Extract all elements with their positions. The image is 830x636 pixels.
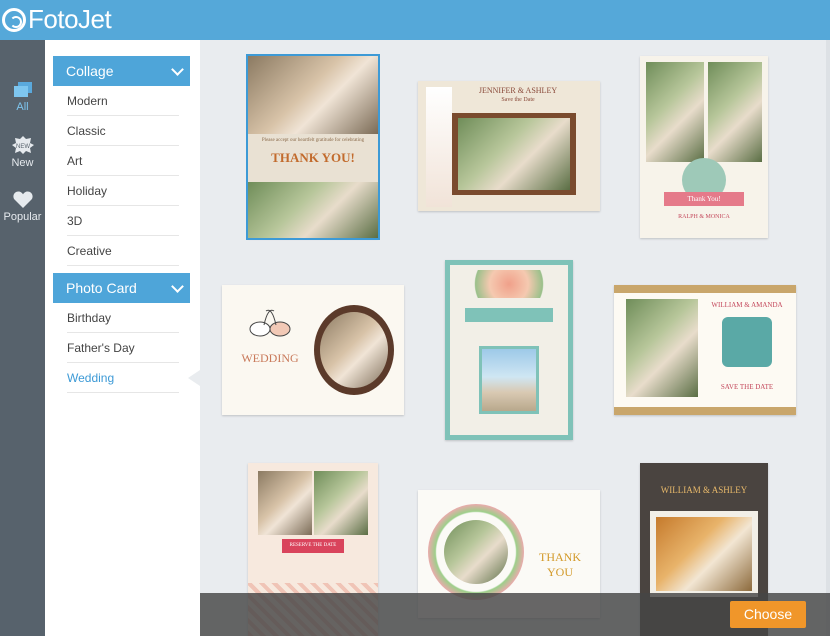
rail-item-new[interactable]: NEW New (0, 136, 45, 169)
bottom-bar: Choose (200, 593, 830, 636)
card-photo (248, 182, 378, 238)
template-card-1[interactable]: Please accept our heartfelt gratitude fo… (246, 54, 380, 240)
photo-card-header[interactable]: Photo Card (53, 273, 190, 303)
collage-item-3d[interactable]: 3D (67, 206, 179, 236)
bride-illustration (426, 87, 452, 207)
app-logo[interactable]: FotoJet (2, 4, 112, 35)
collage-header-label: Collage (66, 63, 114, 79)
active-pointer (188, 370, 200, 386)
template-card-5[interactable] (445, 260, 573, 440)
template-card-3[interactable]: Thank You! RALPH & MONICA (640, 56, 768, 238)
collage-item-modern[interactable]: Modern (67, 86, 179, 116)
collage-item-creative[interactable]: Creative (67, 236, 179, 266)
card-border-bottom (614, 407, 796, 415)
photo-card-header-label: Photo Card (66, 280, 137, 296)
card-title: WEDDING (241, 351, 299, 365)
template-card-4[interactable]: WEDDING (222, 285, 404, 415)
photo-card-item-birthday[interactable]: Birthday (67, 303, 179, 333)
new-badge-icon: NEW (11, 136, 34, 154)
flower-illustration (463, 270, 555, 298)
card-title: WILLIAM & AMANDA (711, 301, 783, 309)
collage-item-classic[interactable]: Classic (67, 116, 179, 146)
collage-item-holiday[interactable]: Holiday (67, 176, 179, 206)
collage-item-art[interactable]: Art (67, 146, 179, 176)
scrollbar[interactable] (826, 40, 830, 636)
logo-text: FotoJet (28, 4, 112, 34)
card-subtitle: Save the Date (501, 97, 535, 103)
rail-item-all[interactable]: All (0, 82, 45, 113)
card-names: RALPH & MONICA (678, 214, 730, 220)
top-bar: FotoJet (0, 0, 830, 40)
category-panel: Collage Modern Classic Art Holiday 3D Cr… (45, 40, 200, 636)
chevron-down-icon (171, 63, 184, 76)
card-photo (314, 471, 368, 535)
card-save: SAVE THE DATE (720, 383, 774, 391)
svg-text:NEW: NEW (16, 144, 30, 150)
layers-icon (13, 82, 32, 97)
heart-icon (12, 191, 33, 208)
card-banner (465, 308, 553, 322)
photo-card-item-wedding[interactable]: Wedding (67, 363, 179, 393)
template-gallery: Please accept our heartfelt gratitude fo… (200, 40, 830, 636)
card-photo (708, 62, 762, 162)
rail-label-popular: Popular (3, 211, 42, 223)
card-banner: RESERVE THE DATE (282, 539, 344, 553)
card-caption: Please accept our heartfelt gratitude fo… (261, 138, 365, 143)
choose-button[interactable]: Choose (730, 601, 806, 628)
swan-illustration (246, 301, 294, 341)
card-title: THANK YOU! (271, 150, 355, 165)
rail-label-new: New (11, 157, 34, 169)
card-photo (479, 346, 539, 414)
rail-item-popular[interactable]: Popular (0, 191, 45, 223)
card-thanks: THANK YOU (539, 550, 581, 579)
card-banner: Thank You! (664, 192, 744, 206)
template-card-2[interactable]: JENNIFER & ASHLEY Save the Date (418, 81, 600, 211)
collage-header[interactable]: Collage (53, 56, 190, 86)
rail-label-all: All (16, 101, 29, 113)
card-photo (646, 62, 704, 162)
template-card-6[interactable]: WILLIAM & AMANDA SAVE THE DATE (614, 285, 796, 415)
chevron-down-icon (171, 280, 184, 293)
card-photo (458, 118, 570, 190)
left-rail: All NEW New Popular (0, 40, 45, 636)
card-photo (258, 471, 312, 535)
card-photo (248, 56, 378, 134)
card-title: WILLIAM & ASHLEY (660, 485, 748, 495)
card-photo (444, 520, 508, 584)
card-border-top (614, 285, 796, 293)
fotojet-logo-icon (2, 7, 26, 32)
card-ornament (722, 317, 772, 367)
card-photo (656, 517, 752, 591)
card-title: JENNIFER & ASHLEY (478, 86, 558, 95)
swans-icon (249, 309, 291, 337)
card-photo (320, 312, 388, 388)
card-photo (626, 299, 698, 397)
photo-card-item-fathers-day[interactable]: Father's Day (67, 333, 179, 363)
